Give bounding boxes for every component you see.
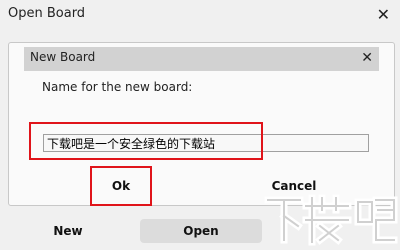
- window-titlebar: Open Board ✕: [0, 0, 400, 30]
- open-board-window: Open Board ✕ New Board ✕ Name for the ne…: [0, 0, 400, 250]
- ok-button[interactable]: Ok: [90, 166, 152, 206]
- new-board-title: New Board: [30, 50, 96, 64]
- board-name-prompt: Name for the new board:: [42, 80, 193, 94]
- window-close-icon[interactable]: ✕: [377, 5, 390, 24]
- new-board-titlebar: New Board ✕: [24, 47, 379, 71]
- window-title: Open Board: [8, 6, 86, 21]
- cancel-button[interactable]: Cancel: [262, 176, 326, 196]
- board-name-input[interactable]: [43, 134, 369, 152]
- new-board-close-icon[interactable]: ✕: [361, 50, 373, 66]
- open-button[interactable]: Open: [140, 219, 262, 243]
- new-button[interactable]: New: [40, 220, 96, 242]
